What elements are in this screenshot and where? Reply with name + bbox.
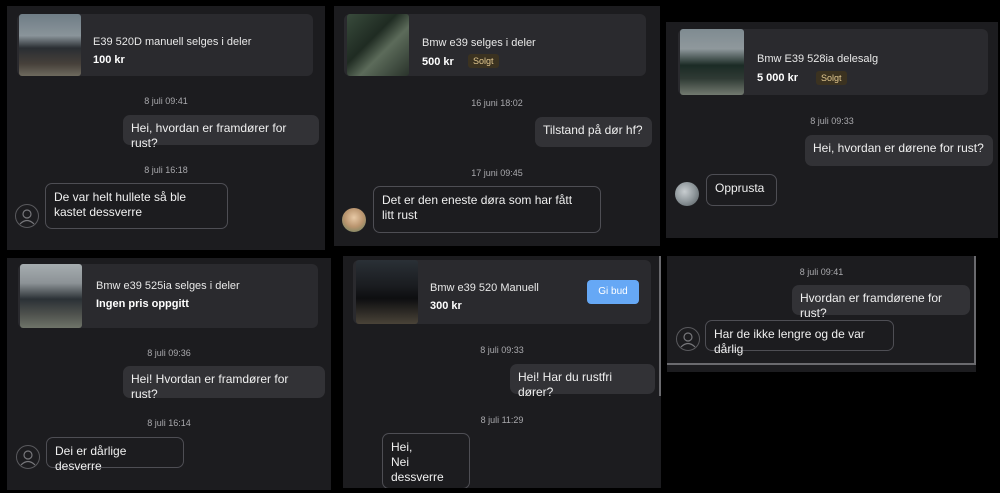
scrollbar[interactable] xyxy=(974,256,976,364)
sent-message: Tilstand på dør hf? xyxy=(535,117,652,147)
listing-card[interactable]: E39 520D manuell selges i deler 100 kr xyxy=(17,14,313,76)
divider xyxy=(667,363,976,365)
listing-price: 500 kr xyxy=(422,56,454,68)
listing-price: 300 kr xyxy=(430,300,462,312)
listing-title: E39 520D manuell selges i deler xyxy=(93,36,252,48)
chat-panel-6: 8 juli 09:41 Hvordan er framdørene for r… xyxy=(667,256,976,372)
received-message: Opprusta xyxy=(706,174,777,206)
make-offer-button[interactable]: Gi bud xyxy=(587,280,639,304)
message-timestamp: 8 juli 09:41 xyxy=(144,96,188,106)
listing-title: Bmw E39 528ia delesalg xyxy=(757,53,879,65)
chat-panel-1: E39 520D manuell selges i deler 100 kr 8… xyxy=(7,6,325,250)
message-timestamp: 8 juli 16:18 xyxy=(144,165,188,175)
received-message: De var helt hullete så ble kastet dessve… xyxy=(45,183,228,229)
received-message: Dei er dårlige desverre xyxy=(46,437,184,473)
chat-panel-4: Bmw e39 525ia selges i deler Ingen pris … xyxy=(7,258,331,490)
listing-title: Bmw e39 selges i deler xyxy=(422,37,536,49)
car-thumbnail xyxy=(356,260,418,324)
car-thumbnail xyxy=(680,29,744,95)
message-timestamp: 8 juli 09:33 xyxy=(480,345,524,355)
message-timestamp: 8 juli 11:29 xyxy=(480,415,524,425)
message-timestamp: 17 juni 09:45 xyxy=(471,168,523,178)
message-timestamp: 8 juli 09:41 xyxy=(799,267,844,277)
seller-avatar xyxy=(675,182,699,206)
listing-card[interactable]: Bmw e39 525ia selges i deler Ingen pris … xyxy=(18,264,318,328)
message-timestamp: 8 juli 09:36 xyxy=(147,348,191,358)
seller-avatar xyxy=(342,208,366,232)
received-message: Har de ikke lengre og de var dårlig xyxy=(705,320,894,356)
listing-card[interactable]: Bmw e39 selges i deler 500 kr Solgt xyxy=(344,14,646,76)
car-thumbnail xyxy=(347,14,409,76)
sent-message: Hei! Hvordan er framdører for rust? xyxy=(123,366,325,401)
listing-price: 5 000 kr xyxy=(757,72,798,84)
sold-badge: Solgt xyxy=(468,54,499,68)
avatar-placeholder-icon xyxy=(15,204,39,228)
received-message: Hei, Nei dessverre xyxy=(382,433,470,488)
avatar-placeholder-icon xyxy=(16,445,40,469)
listing-price: Ingen pris oppgitt xyxy=(96,298,189,310)
scrollbar[interactable] xyxy=(659,256,661,396)
sent-message: Hvordan er framdørene for rust? xyxy=(792,285,970,320)
listing-price: 100 kr xyxy=(93,54,125,66)
chat-panel-2: Bmw e39 selges i deler 500 kr Solgt 16 j… xyxy=(334,6,660,246)
listing-title: Bmw e39 525ia selges i deler xyxy=(96,280,240,292)
listing-card[interactable]: Bmw e39 520 Manuell 300 kr Gi bud xyxy=(353,260,651,324)
chat-panel-5: Bmw e39 520 Manuell 300 kr Gi bud 8 juli… xyxy=(343,256,661,488)
received-message: Det er den eneste døra som har fått litt… xyxy=(373,186,601,233)
listing-card[interactable]: Bmw E39 528ia delesalg 5 000 kr Solgt xyxy=(678,29,988,95)
chat-panel-3: Bmw E39 528ia delesalg 5 000 kr Solgt 8 … xyxy=(666,22,998,238)
listing-title: Bmw e39 520 Manuell xyxy=(430,282,539,294)
avatar-placeholder-icon xyxy=(676,327,700,351)
message-timestamp: 16 juni 18:02 xyxy=(471,98,523,108)
message-timestamp: 8 juli 09:33 xyxy=(810,116,854,126)
car-thumbnail xyxy=(19,14,81,76)
sold-badge: Solgt xyxy=(816,71,847,85)
sent-message: Hei, hvordan er dørene for rust? xyxy=(805,135,993,166)
message-timestamp: 8 juli 16:14 xyxy=(147,418,191,428)
sent-message: Hei, hvordan er framdører for rust? xyxy=(123,115,319,150)
sent-message: Hei! Har du rustfri dører? xyxy=(510,364,655,399)
car-thumbnail xyxy=(20,264,82,328)
